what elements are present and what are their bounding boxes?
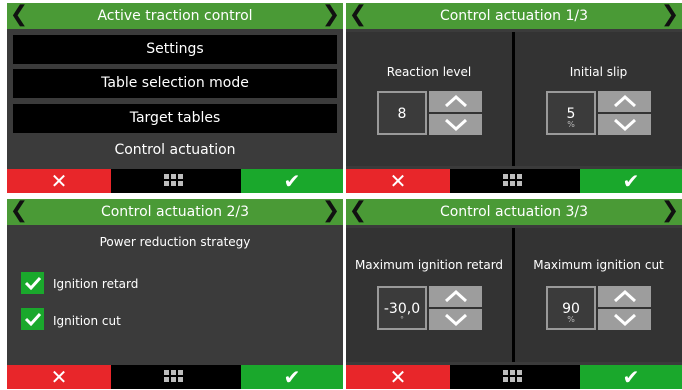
x-icon: ✕ <box>389 365 407 389</box>
x-icon: ✕ <box>50 365 68 389</box>
confirm-button[interactable]: ✔ <box>580 365 682 389</box>
menu-item-table-selection-mode[interactable]: Table selection mode <box>13 69 337 98</box>
screen-control-actuation-1: ❮ Control actuation 1/3 ❯ Reaction level… <box>346 3 682 193</box>
screen-title: Control actuation 2/3 <box>100 204 250 220</box>
grid-icon[interactable] <box>164 174 184 188</box>
chevron-up-icon <box>613 94 636 108</box>
checkmark-icon: ✔ <box>283 365 301 389</box>
ignition-cut-checkbox[interactable] <box>21 308 44 330</box>
chevron-right-icon[interactable]: ❯ <box>321 3 341 29</box>
x-icon: ✕ <box>50 169 68 193</box>
chevron-left-icon[interactable]: ❮ <box>9 199 29 225</box>
decrement-button[interactable] <box>598 309 651 330</box>
panel-max-ignition-cut: Maximum ignition cut 90 % <box>515 228 682 362</box>
menu-item-control-actuation[interactable]: Control actuation <box>13 136 337 165</box>
screen-title: Control actuation 1/3 <box>439 8 589 24</box>
panel-max-ignition-retard: Maximum ignition retard -30,0 ° <box>346 228 512 362</box>
checkmark-icon: ✔ <box>622 169 640 193</box>
screen-active-traction-control: ❮ Active traction control ❯ Settings Tab… <box>7 3 343 193</box>
cancel-button[interactable]: ✕ <box>346 365 450 389</box>
value-box: 5 % <box>546 91 596 135</box>
cancel-button[interactable]: ✕ <box>346 169 450 193</box>
decrement-button[interactable] <box>429 114 482 135</box>
grid-icon[interactable] <box>503 370 523 384</box>
confirm-button[interactable]: ✔ <box>241 365 343 389</box>
increment-button[interactable] <box>598 286 651 307</box>
menu-item-settings[interactable]: Settings <box>13 35 337 64</box>
menu-item-target-tables[interactable]: Target tables <box>13 104 337 133</box>
checkmark-icon <box>24 276 41 290</box>
field-value: 5 <box>566 106 576 122</box>
strategy-label: Power reduction strategy <box>99 235 251 249</box>
panel-initial-slip: Initial slip 5 % <box>515 32 682 166</box>
chevron-left-icon[interactable]: ❮ <box>9 3 29 29</box>
header-bar: ❮ Control actuation 2/3 ❯ <box>7 199 343 225</box>
checkmark-icon: ✔ <box>622 365 640 389</box>
checkmark-icon: ✔ <box>283 169 301 193</box>
chevron-down-icon <box>613 313 636 326</box>
increment-button[interactable] <box>429 286 482 307</box>
confirm-button[interactable]: ✔ <box>580 169 682 193</box>
field-unit: ° <box>400 315 404 324</box>
field-label: Reaction level <box>386 65 472 79</box>
chevron-left-icon[interactable]: ❮ <box>348 3 368 29</box>
chevron-left-icon[interactable]: ❮ <box>348 199 368 225</box>
cancel-button[interactable]: ✕ <box>7 365 111 389</box>
chevron-right-icon[interactable]: ❯ <box>321 199 341 225</box>
field-label: Maximum ignition retard <box>354 258 504 272</box>
increment-button[interactable] <box>598 91 651 112</box>
ignition-cut-label: Ignition cut <box>53 314 121 328</box>
panel-reaction-level: Reaction level 8 <box>346 32 512 166</box>
footer-bar: ✕ ✔ <box>346 365 682 389</box>
value-box: 8 <box>377 91 427 135</box>
header-bar: ❮ Control actuation 3/3 ❯ <box>346 199 682 225</box>
footer-bar: ✕ ✔ <box>7 169 343 193</box>
chevron-right-icon[interactable]: ❯ <box>660 3 680 29</box>
field-unit: % <box>567 315 575 324</box>
decrement-button[interactable] <box>598 114 651 135</box>
chevron-right-icon[interactable]: ❯ <box>660 199 680 225</box>
field-value: 90 <box>562 301 580 317</box>
chevron-up-icon <box>444 94 467 108</box>
cancel-button[interactable]: ✕ <box>7 169 111 193</box>
chevron-down-icon <box>444 313 467 326</box>
field-label: Initial slip <box>569 65 628 79</box>
screen-title: Control actuation 3/3 <box>439 204 589 220</box>
decrement-button[interactable] <box>429 309 482 330</box>
x-icon: ✕ <box>389 169 407 193</box>
footer-bar: ✕ ✔ <box>7 365 343 389</box>
field-value: -30,0 <box>383 301 421 317</box>
footer-bar: ✕ ✔ <box>346 169 682 193</box>
field-label: Maximum ignition cut <box>533 258 664 272</box>
field-value: 8 <box>397 106 407 122</box>
increment-button[interactable] <box>429 91 482 112</box>
ignition-retard-checkbox[interactable] <box>21 272 44 294</box>
grid-icon[interactable] <box>503 174 523 188</box>
value-box: -30,0 ° <box>377 286 427 330</box>
ignition-retard-label: Ignition retard <box>53 277 139 291</box>
chevron-down-icon <box>613 118 636 131</box>
screen-control-actuation-2: ❮ Control actuation 2/3 ❯ Power reductio… <box>7 199 343 389</box>
header-bar: ❮ Control actuation 1/3 ❯ <box>346 3 682 29</box>
header-bar: ❮ Active traction control ❯ <box>7 3 343 29</box>
screen-title: Active traction control <box>97 8 253 24</box>
field-unit: % <box>567 120 575 129</box>
value-box: 90 % <box>546 286 596 330</box>
grid-icon[interactable] <box>164 370 184 384</box>
chevron-up-icon <box>444 289 467 303</box>
checkmark-icon <box>24 312 41 326</box>
screen-control-actuation-3: ❮ Control actuation 3/3 ❯ Maximum igniti… <box>346 199 682 389</box>
confirm-button[interactable]: ✔ <box>241 169 343 193</box>
chevron-down-icon <box>444 118 467 131</box>
chevron-up-icon <box>613 289 636 303</box>
